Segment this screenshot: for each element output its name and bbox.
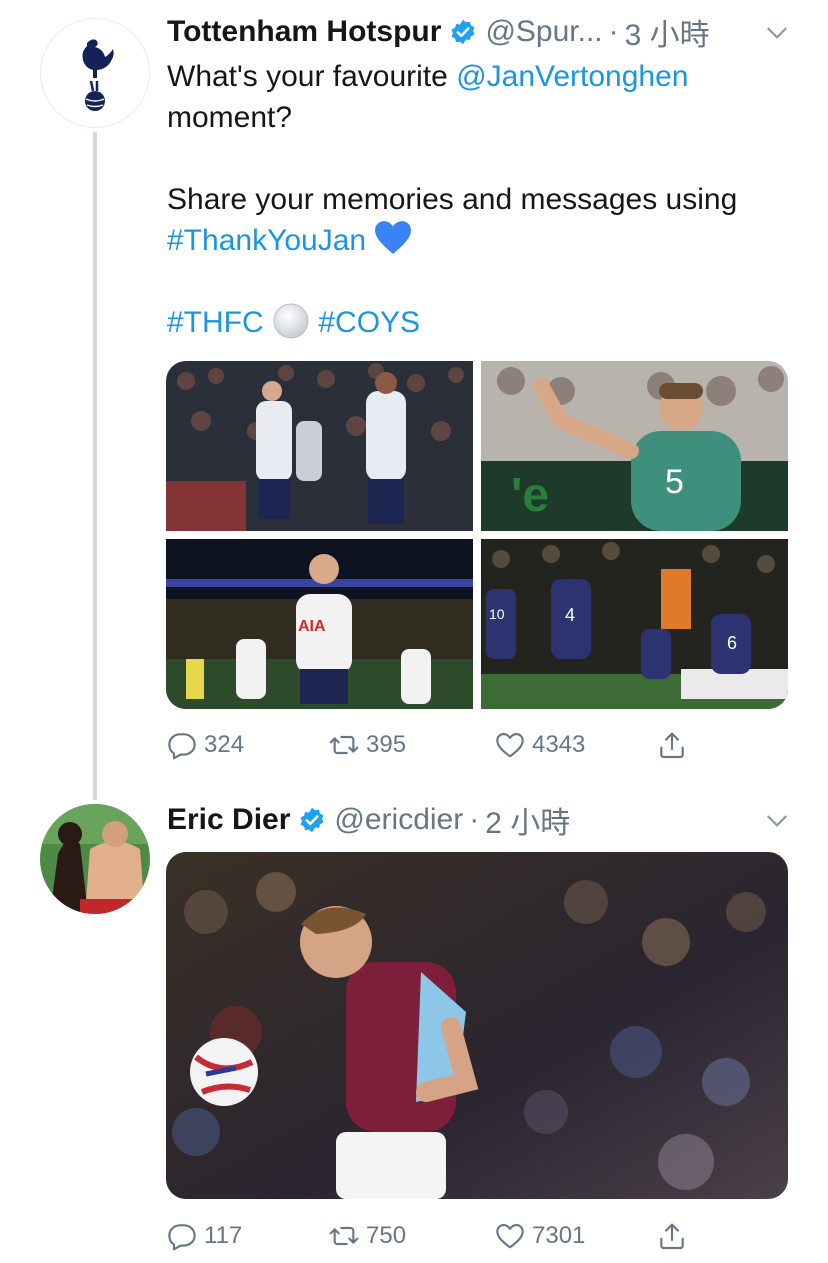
retweet-count: 750	[366, 1222, 407, 1249]
media-photo-3[interactable]: AIA	[166, 539, 473, 709]
verified-badge-icon	[452, 19, 475, 45]
like-icon	[496, 733, 524, 758]
tweet-text-line: What's your favourite	[167, 60, 457, 93]
avatar-eric-dier[interactable]	[40, 804, 150, 914]
separator-dot: ·	[608, 15, 619, 48]
tweet-text-line: Share your memories and messages using	[167, 183, 738, 216]
tweet-header: Tottenham Hotspur @Spur... · 3 小時	[167, 12, 710, 52]
author-name[interactable]: Tottenham Hotspur	[167, 15, 441, 49]
share-button[interactable]	[656, 729, 688, 761]
chevron-down-icon[interactable]	[764, 808, 790, 834]
hashtag-link[interactable]: #ThankYouJan	[167, 224, 366, 257]
tweet-actions: 117 750 7301	[166, 1216, 726, 1256]
reply-icon	[168, 1224, 196, 1251]
media-photo-1[interactable]	[166, 361, 473, 531]
like-count: 4343	[532, 731, 586, 758]
tweet-time[interactable]: 2 小時	[485, 798, 570, 842]
tweet-eric-dier[interactable]: Eric Dier @ericdier · 2 小時 117 750 7301	[0, 800, 828, 1263]
mention-link[interactable]: @JanVertonghen	[456, 60, 688, 93]
tweet-header: Eric Dier @ericdier · 2 小時	[167, 800, 570, 840]
author-handle[interactable]: @ericdier	[334, 803, 463, 837]
tweet-time[interactable]: 3 小時	[625, 10, 710, 54]
white-circle-emoji-icon	[273, 303, 309, 339]
retweet-count: 395	[366, 731, 407, 758]
like-icon	[496, 1224, 524, 1249]
like-button[interactable]: 4343	[494, 729, 585, 761]
tweet-actions: 324 395 4343	[166, 725, 726, 765]
media-photo-5	[166, 852, 788, 1199]
reply-button[interactable]: 324	[166, 729, 244, 761]
hashtag-link[interactable]: #THFC	[167, 306, 264, 339]
avatar-tottenham[interactable]	[40, 18, 150, 128]
blue-heart-emoji-icon	[375, 221, 412, 254]
verified-badge-icon	[300, 807, 324, 833]
svg-text:5: 5	[665, 463, 684, 501]
media-photo-4[interactable]: 4 6 10	[481, 539, 788, 709]
tweet-body: What's your favourite @JanVertonghen mom…	[167, 56, 797, 343]
reply-count: 324	[204, 731, 245, 758]
share-icon	[660, 1223, 684, 1250]
hashtag-link[interactable]: #COYS	[318, 306, 420, 339]
reply-button[interactable]: 117	[166, 1220, 242, 1252]
media-photo-single[interactable]	[166, 852, 788, 1199]
reply-count: 117	[204, 1222, 243, 1249]
retweet-button[interactable]: 750	[328, 1220, 406, 1252]
thread-connector-line	[93, 132, 97, 800]
chevron-down-icon[interactable]	[764, 20, 790, 46]
retweet-button[interactable]: 395	[328, 729, 406, 761]
reply-icon	[168, 733, 196, 760]
spurs-logo-icon	[82, 39, 114, 111]
svg-text:4: 4	[565, 605, 575, 625]
avatar-photo	[40, 804, 150, 914]
like-count: 7301	[532, 1222, 586, 1249]
tweet-tottenham[interactable]: Tottenham Hotspur @Spur... · 3 小時 What's…	[0, 0, 828, 800]
svg-text:AIA: AIA	[298, 618, 326, 635]
separator-dot: ·	[469, 803, 480, 836]
svg-text:6: 6	[727, 633, 737, 653]
svg-text:'e: 'e	[511, 469, 549, 522]
tweet-text-line: moment?	[167, 101, 293, 134]
share-icon	[660, 732, 684, 759]
like-button[interactable]: 7301	[494, 1220, 585, 1252]
author-name[interactable]: Eric Dier	[167, 803, 290, 837]
retweet-icon	[329, 735, 359, 755]
media-grid: 'e o 5 AIA	[166, 361, 788, 709]
svg-text:10: 10	[489, 606, 505, 622]
author-handle[interactable]: @Spur...	[485, 15, 602, 49]
media-photo-2[interactable]: 'e o 5	[481, 361, 788, 531]
share-button[interactable]	[656, 1220, 688, 1252]
retweet-icon	[329, 1226, 359, 1246]
